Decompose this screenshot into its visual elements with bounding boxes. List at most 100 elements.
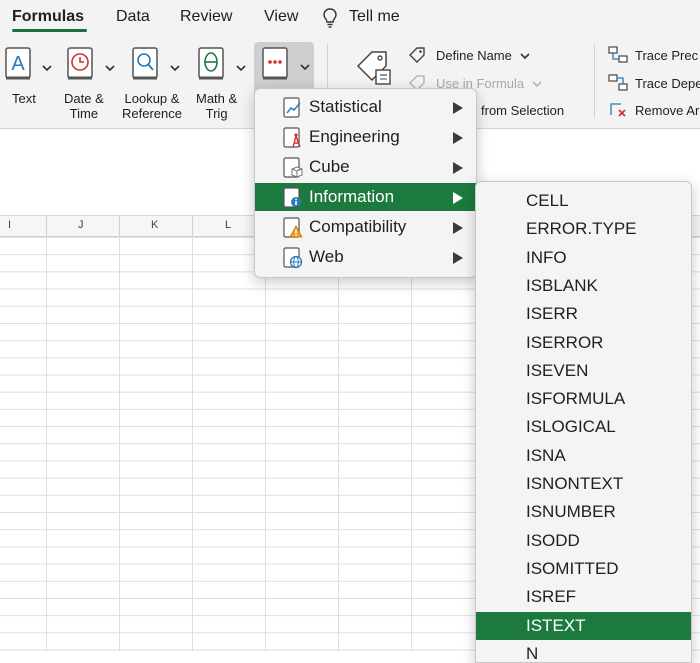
chevron-down-icon[interactable]: [170, 64, 180, 72]
tab-review[interactable]: Review: [180, 8, 232, 26]
text-label: Text: [12, 91, 36, 106]
function-name: ISNONTEXT: [526, 474, 624, 493]
column-header-j[interactable]: J: [78, 219, 84, 231]
trace-precedents-button[interactable]: Trace Prec: [635, 48, 698, 63]
submenu-arrow-icon: [453, 132, 463, 144]
datetime-label-line1: Date &: [64, 91, 104, 106]
column-divider: [119, 216, 120, 236]
ribbon-tab-bar: Formulas Data Review View Tell me: [0, 0, 700, 36]
function-item-isomitted[interactable]: ISOMITTED: [476, 555, 691, 583]
column-header-i[interactable]: I: [8, 219, 11, 231]
math-label-line1: Math &: [196, 91, 238, 106]
function-name: CELL: [526, 191, 569, 210]
menu-item-statistical[interactable]: Statistical: [255, 93, 476, 121]
function-item-istext[interactable]: ISTEXT: [476, 611, 691, 640]
function-item-isnontext[interactable]: ISNONTEXT: [476, 470, 691, 498]
menu-item-engineering[interactable]: Engineering: [255, 123, 476, 151]
function-item-iseven[interactable]: ISEVEN: [476, 357, 691, 385]
function-item-isref[interactable]: ISREF: [476, 583, 691, 611]
tab-view[interactable]: View: [264, 8, 298, 26]
name-manager-icon[interactable]: [352, 46, 394, 88]
chevron-down-icon[interactable]: [236, 64, 246, 72]
function-item-error-type[interactable]: ERROR.TYPE: [476, 215, 691, 243]
function-item-isformula[interactable]: ISFORMULA: [476, 385, 691, 413]
function-name: ISBLANK: [526, 275, 598, 295]
magnifier-book-icon: [132, 47, 158, 80]
engineering-book-icon: [283, 127, 301, 148]
menu-item-label: Web: [309, 247, 344, 266]
lightbulb-icon: [323, 8, 337, 28]
submenu-arrow-icon: [453, 192, 463, 204]
function-name: ISLOGICAL: [526, 417, 616, 437]
datetime-label-line2: Time: [69, 106, 99, 121]
statistical-book-icon: [283, 97, 301, 118]
svg-text:A: A: [11, 53, 25, 75]
information-book-icon: [283, 187, 301, 208]
tab-data[interactable]: Data: [116, 8, 150, 26]
function-item-iserror[interactable]: ISERROR: [476, 329, 691, 357]
menu-item-information[interactable]: Information: [255, 183, 476, 211]
tag-icon: [409, 47, 425, 63]
lookup-label-line2: Reference: [122, 106, 182, 121]
function-name: ISFORMULA: [526, 389, 626, 409]
function-item-info[interactable]: INFO: [476, 244, 691, 272]
tab-formulas[interactable]: Formulas: [12, 8, 84, 26]
function-name: ISREF: [526, 587, 577, 607]
function-name: ISODD: [526, 530, 580, 550]
column-header-k[interactable]: K: [151, 219, 158, 231]
create-from-selection-button[interactable]: from Selection: [481, 103, 564, 118]
define-name-label: Define Name: [436, 48, 512, 63]
column-header-l[interactable]: L: [225, 219, 231, 231]
menu-item-web[interactable]: Web: [255, 243, 476, 271]
function-name: ISOMITTED: [526, 558, 619, 578]
function-item-isnumber[interactable]: ISNUMBER: [476, 498, 691, 526]
function-item-islogical[interactable]: ISLOGICAL: [476, 413, 691, 441]
theta-book-icon: [198, 47, 224, 80]
chevron-down-icon: [532, 81, 542, 88]
menu-item-label: Engineering: [309, 127, 400, 146]
menu-item-cube[interactable]: Cube: [255, 153, 476, 181]
function-item-isna[interactable]: ISNA: [476, 442, 691, 470]
trace-precedents-icon: [608, 46, 628, 63]
menu-item-label: Cube: [309, 157, 350, 176]
function-item-isodd[interactable]: ISODD: [476, 527, 691, 555]
more-functions-button[interactable]: [254, 42, 314, 94]
function-name: ISTEXT: [526, 615, 586, 635]
remove-arrows-icon: [610, 103, 626, 117]
function-name: ISNUMBER: [526, 502, 616, 522]
menu-item-compatibility[interactable]: Compatibility: [255, 213, 476, 241]
chevron-down-icon[interactable]: [105, 64, 115, 72]
text-functions-button[interactable]: A: [4, 46, 32, 82]
function-name: ISNA: [526, 445, 566, 465]
lookup-label: Lookup & Reference: [122, 91, 182, 121]
active-tab-indicator: [12, 29, 87, 32]
function-name: ISERROR: [526, 332, 604, 352]
datetime-functions-button[interactable]: [66, 46, 94, 82]
function-item-isblank[interactable]: ISBLANK: [476, 272, 691, 300]
function-name: INFO: [526, 247, 567, 267]
function-item-iserr[interactable]: ISERR: [476, 300, 691, 328]
function-name: N: [526, 643, 539, 663]
function-item-n[interactable]: N: [476, 640, 691, 663]
more-functions-menu: Statistical Engineering Cube Information: [254, 88, 477, 278]
more-functions-book-icon: [262, 47, 288, 80]
chevron-down-icon: [519, 53, 530, 60]
define-name-button[interactable]: Define Name: [436, 48, 530, 63]
tell-me-search[interactable]: Tell me: [349, 8, 400, 26]
remove-arrows-button[interactable]: Remove Ar: [635, 103, 699, 118]
submenu-arrow-icon: [453, 162, 463, 174]
text-book-icon: A: [5, 47, 31, 80]
function-item-cell[interactable]: CELL: [476, 187, 691, 215]
chevron-down-icon[interactable]: [42, 64, 52, 72]
function-name: ISERR: [526, 304, 578, 324]
clock-book-icon: [67, 47, 93, 80]
trace-dependents-button[interactable]: Trace Depe: [635, 76, 700, 91]
math-label-line2: Trig: [205, 106, 228, 121]
submenu-arrow-icon: [453, 222, 463, 234]
lookup-label-line1: Lookup &: [124, 91, 180, 106]
math-functions-button[interactable]: [197, 46, 225, 82]
submenu-arrow-icon: [453, 252, 463, 264]
trace-dependents-icon: [608, 74, 628, 91]
lookup-functions-button[interactable]: [131, 46, 159, 82]
chevron-down-icon: [300, 64, 310, 71]
